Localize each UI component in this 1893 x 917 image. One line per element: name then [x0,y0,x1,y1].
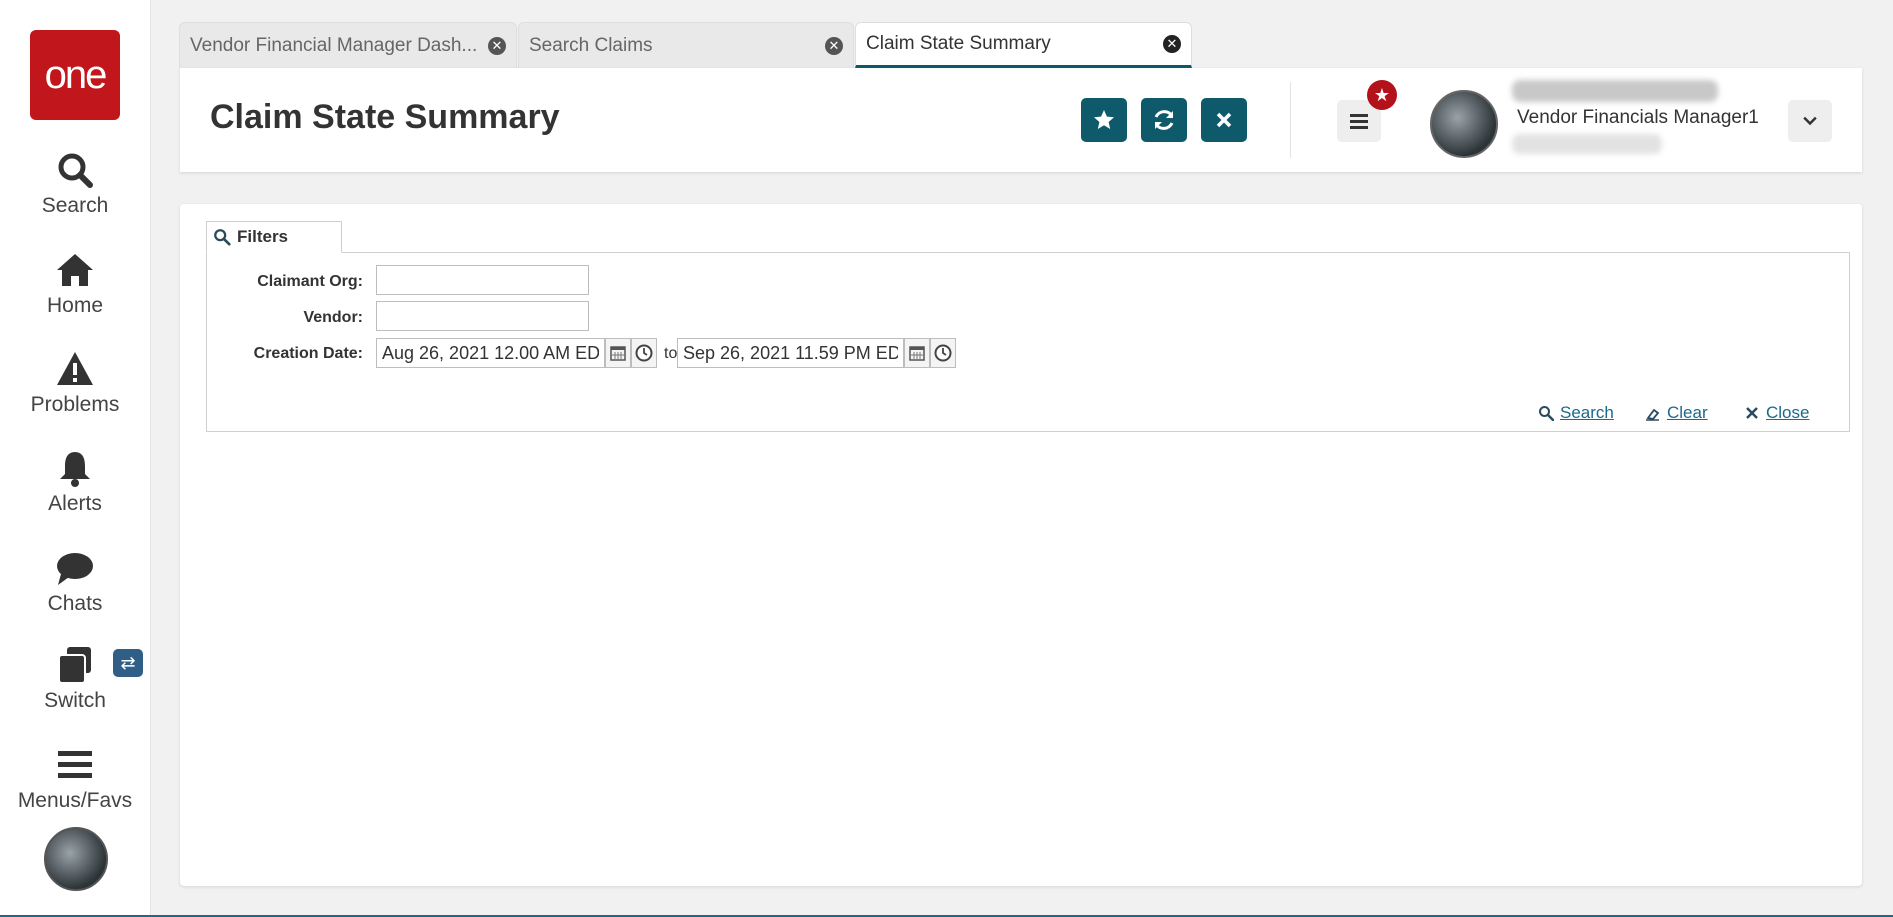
swap-arrows-icon[interactable]: ⇄ [113,649,143,677]
eraser-icon [1646,408,1660,421]
tab-label: Vendor Financial Manager Dash... [190,34,478,56]
sidebar: one Search Home Problems Alerts Chats Sw… [0,0,151,917]
refresh-icon [1154,110,1174,130]
search-icon [214,229,231,246]
avatar[interactable] [44,827,108,891]
star-icon [1094,110,1114,129]
app-logo[interactable]: one [30,30,120,120]
sidebar-item-chats[interactable]: Chats [0,548,150,628]
refresh-button[interactable] [1141,98,1187,142]
search-link-label: Search [1560,403,1614,422]
sidebar-item-label: Problems [30,393,120,416]
clear-link[interactable]: Clear [1645,403,1708,423]
calendar-button[interactable] [904,338,930,368]
user-role: Vendor Financials Manager1 [1517,107,1759,128]
creation-date-from-input[interactable] [376,338,605,368]
close-icon[interactable]: ✕ [825,36,843,55]
close-icon [1216,112,1232,128]
user-org-redacted [1512,134,1662,154]
filters-tab[interactable]: Filters [206,221,342,253]
close-icon[interactable]: ✕ [488,36,506,55]
close-icon [1746,407,1758,419]
clock-icon [635,344,653,362]
tab-search-claims[interactable]: Search Claims ✕ [518,22,854,68]
user-name-redacted [1512,80,1718,102]
chevron-down-icon [1803,116,1817,126]
to-label: to [664,345,678,362]
search-icon [58,153,93,188]
page-header: Claim State Summary ★ Vendor Financials … [180,68,1862,172]
close-link-label: Close [1766,403,1810,422]
filters-panel: Claimant Org: Vendor: Creation Date: to … [206,252,1850,432]
sidebar-item-label: Menus/Favs [17,789,133,812]
search-icon [1539,406,1554,421]
bell-icon [60,452,90,487]
sidebar-item-search[interactable]: Search [0,150,150,230]
warning-icon [57,352,93,385]
divider [1290,82,1291,158]
sidebar-item-problems[interactable]: Problems [0,349,150,429]
user-avatar[interactable] [1430,90,1498,158]
main-content: Filters Claimant Org: Vendor: Creation D… [180,204,1862,886]
search-link[interactable]: Search [1538,403,1614,423]
vendor-input[interactable] [376,301,589,331]
clear-link-label: Clear [1667,403,1708,422]
sidebar-item-label: Alerts [48,492,102,515]
claimant-org-input[interactable] [376,265,589,295]
creation-date-label: Creation Date: [253,345,363,362]
sidebar-item-label: Switch [44,689,106,712]
sidebar-item-menus-favs[interactable]: Menus/Favs [0,745,150,825]
time-picker-button[interactable] [930,338,956,368]
sidebar-item-home[interactable]: Home [0,250,150,330]
sidebar-item-label: Home [46,294,104,317]
home-icon [57,254,93,286]
close-page-button[interactable] [1201,98,1247,142]
creation-date-to-input[interactable] [677,338,904,368]
hamburger-icon [1350,114,1368,129]
vendor-label: Vendor: [303,309,363,326]
filters-tab-label: Filters [237,227,289,246]
favorite-button[interactable] [1081,98,1127,142]
tab-claim-state-summary[interactable]: Claim State Summary ✕ [855,22,1192,68]
close-link[interactable]: Close [1744,403,1809,423]
calendar-button[interactable] [605,338,631,368]
page-title: Claim State Summary [210,98,560,136]
chat-icon [57,553,93,585]
calendar-icon [909,346,925,361]
switch-icon [58,647,91,684]
tab-label: Search Claims [529,34,653,56]
close-icon[interactable]: ✕ [1163,35,1181,53]
clock-icon [934,344,952,362]
sidebar-item-label: Chats [47,592,103,615]
menu-icon [58,751,92,778]
tab-label: Claim State Summary [866,33,1051,54]
claimant-org-label: Claimant Org: [257,273,363,290]
user-menu-dropdown[interactable] [1788,100,1832,142]
tab-vendor-financial-dashboard[interactable]: Vendor Financial Manager Dash... ✕ [179,22,517,68]
sidebar-item-alerts[interactable]: Alerts [0,448,150,528]
sidebar-item-label: Search [41,194,109,217]
favorites-star-badge-icon[interactable]: ★ [1367,80,1397,110]
calendar-icon [610,346,626,361]
time-picker-button[interactable] [631,338,657,368]
